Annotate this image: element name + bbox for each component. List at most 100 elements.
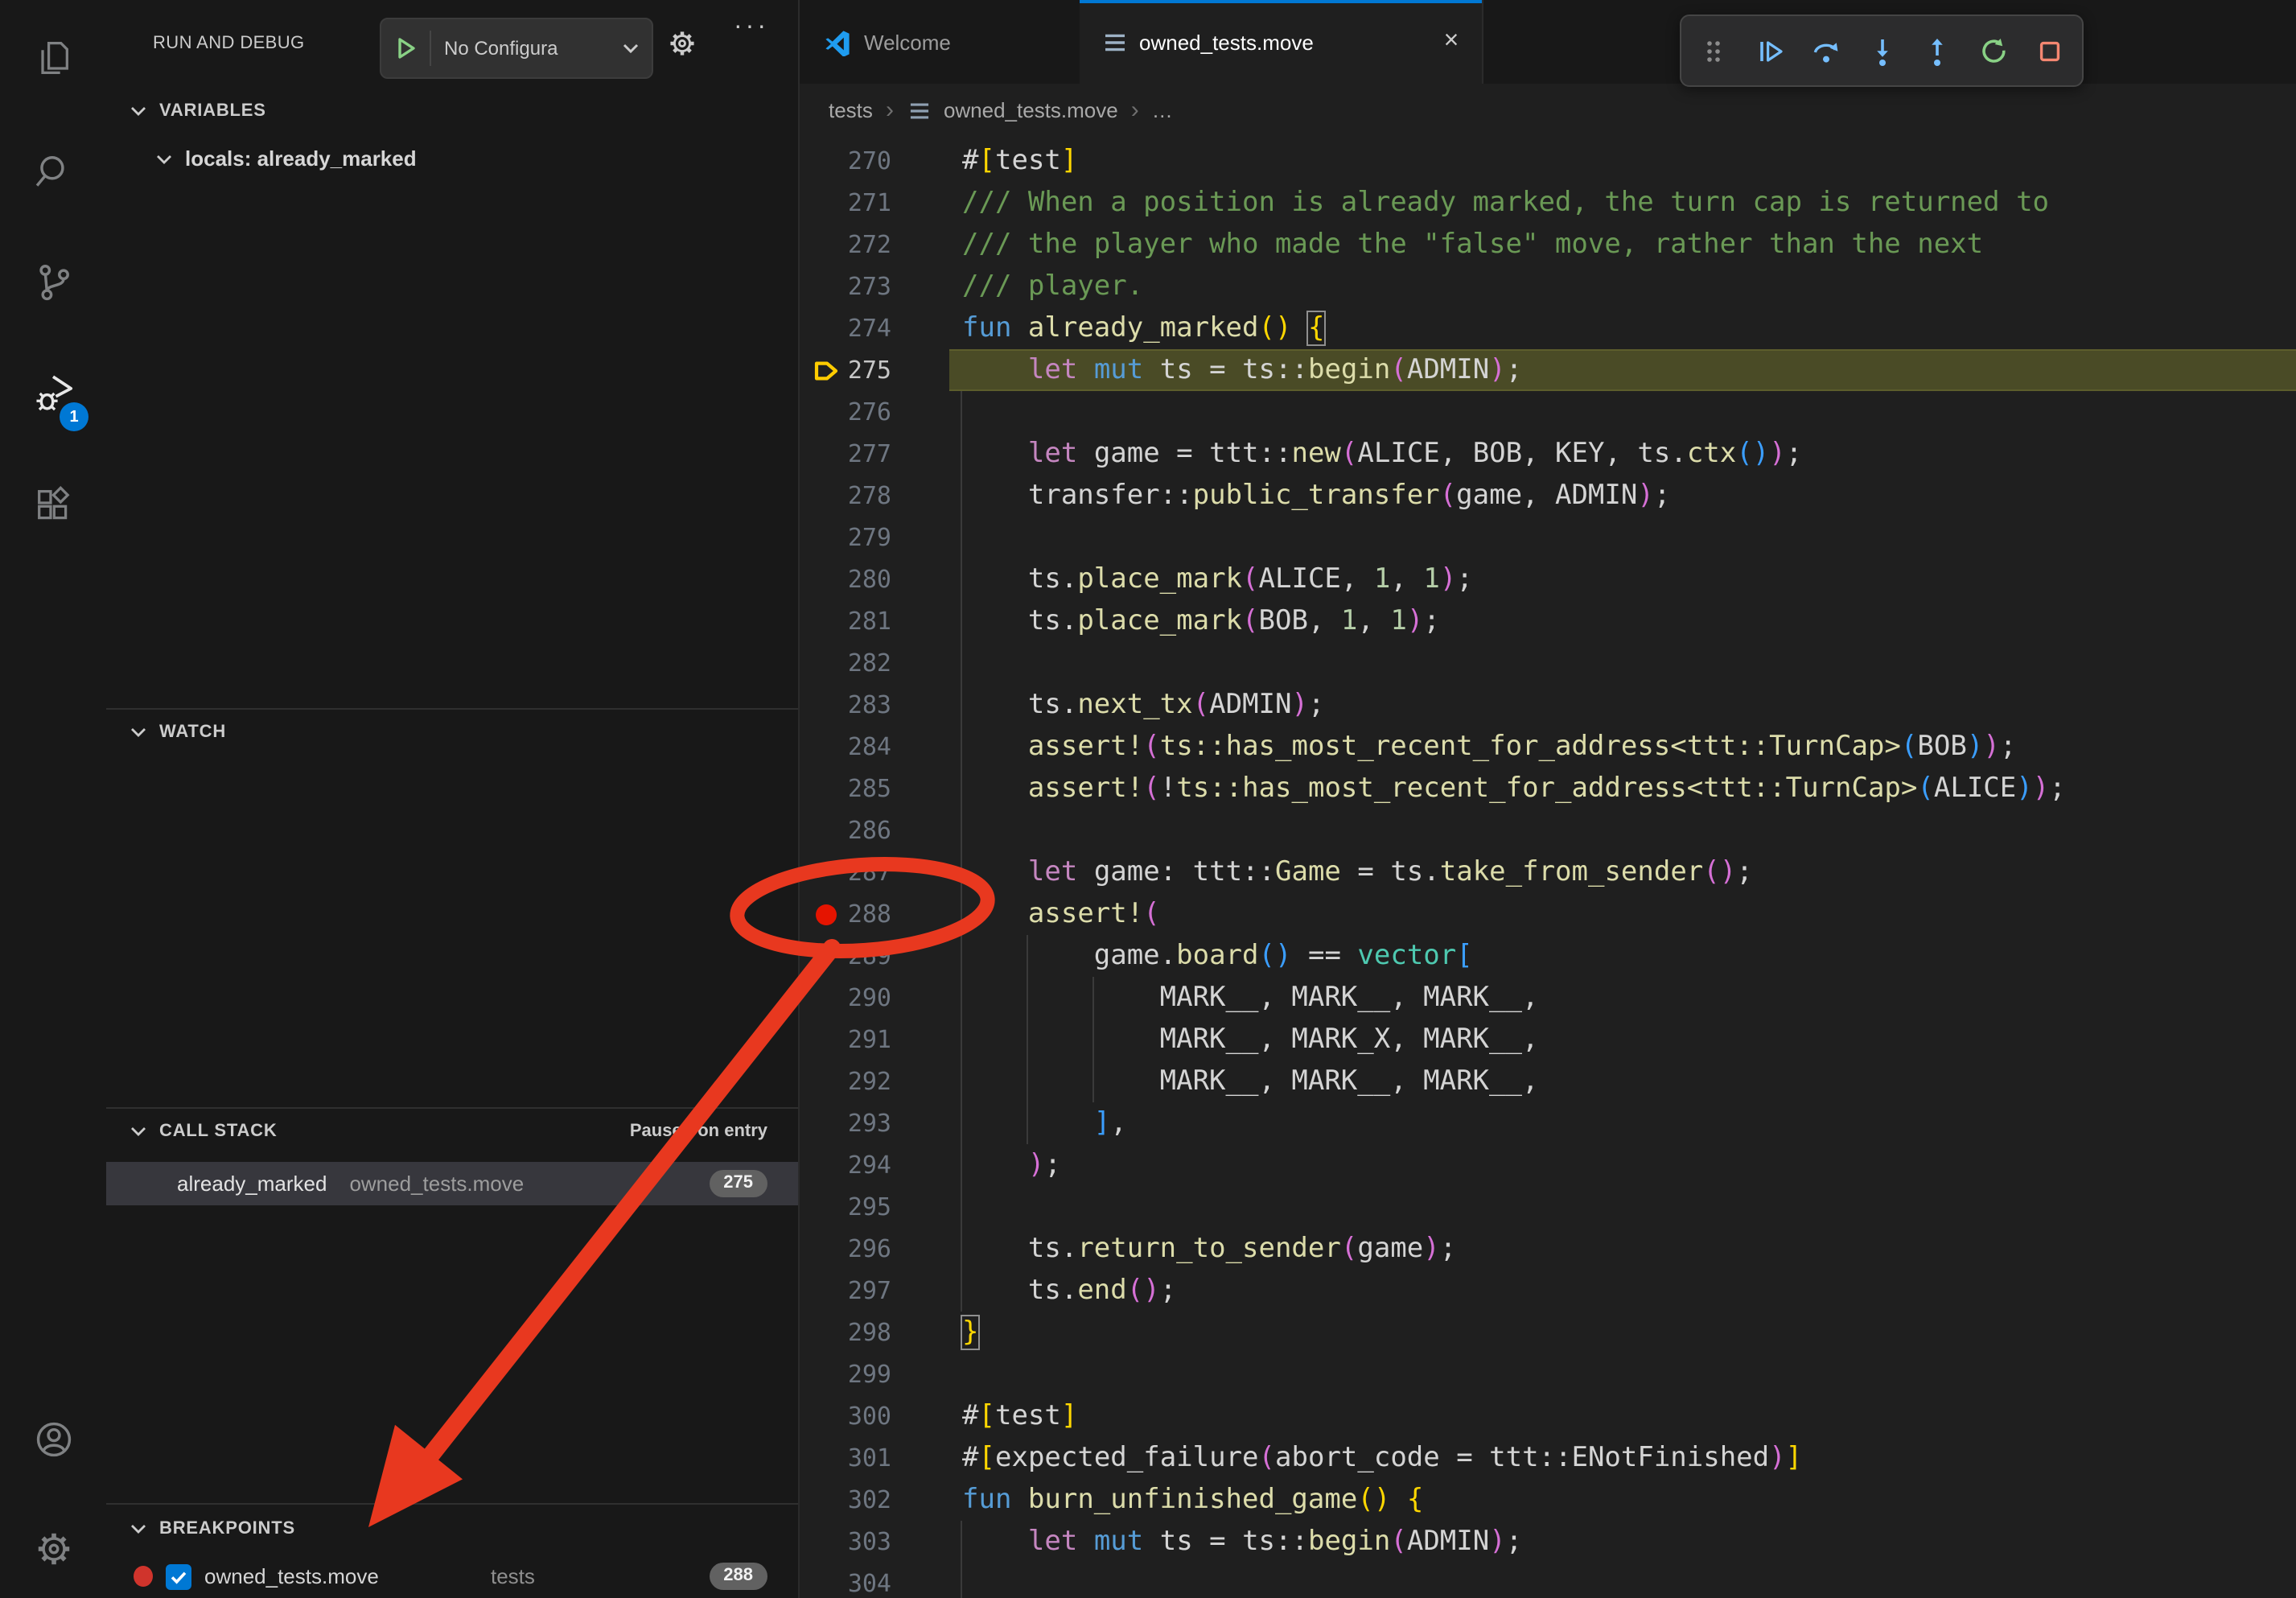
token-b2: ( [1242, 605, 1259, 637]
token-kw: fun [962, 312, 1028, 344]
code-line-298[interactable]: 298} [800, 1312, 2296, 1353]
token-b2: ( [1143, 898, 1160, 930]
tab-welcome[interactable]: Welcome [800, 0, 1081, 84]
token-b3: ) [2016, 772, 2033, 805]
code-line-296[interactable]: 296 ts.return_to_sender(game); [800, 1228, 2296, 1270]
extensions-icon[interactable] [0, 460, 106, 550]
toolbar-drag-gripper[interactable] [1689, 22, 1738, 80]
line-number: 304 [824, 1563, 891, 1598]
token-pl: == [1292, 940, 1358, 972]
code-line-282[interactable]: 282 [800, 642, 2296, 684]
code-line-280[interactable]: 280 ts.place_mark(ALICE, 1, 1); [800, 558, 2296, 600]
run-and-debug-icon[interactable]: 1 [0, 348, 106, 438]
breakpoint-row[interactable]: owned_tests.move tests 288 [106, 1555, 798, 1598]
token-b1: [ [979, 145, 996, 177]
explorer-icon[interactable] [0, 13, 106, 103]
breadcrumb-folder[interactable]: tests [829, 98, 873, 122]
code-line-297[interactable]: 297 ts.end(); [800, 1270, 2296, 1312]
code-line-293[interactable]: 293 ], [800, 1102, 2296, 1144]
more-actions-icon[interactable]: ··· [734, 13, 769, 42]
breadcrumb-file[interactable]: owned_tests.move [944, 98, 1118, 122]
launch-configuration-control[interactable]: No Configura [380, 18, 653, 79]
code-line-273[interactable]: 273/// player. [800, 266, 2296, 307]
code-line-284[interactable]: 284 assert!(ts::has_most_recent_for_addr… [800, 726, 2296, 768]
code-line-274[interactable]: 274fun already_marked() { [800, 307, 2296, 349]
indent-guide [961, 809, 962, 851]
watch-section-header[interactable]: WATCH [106, 710, 798, 755]
step-into-button[interactable] [1858, 22, 1906, 80]
variables-section-header[interactable]: VARIABLES [106, 89, 798, 134]
code-text: let game: ttt::Game = ts.take_from_sende… [962, 851, 1753, 893]
line-number: 280 [824, 558, 891, 600]
code-line-286[interactable]: 286 [800, 809, 2296, 851]
call-stack-section-header[interactable]: CALL STACK Paused on entry [106, 1109, 798, 1154]
token-pl: ALICE, BOB, KEY, ts. [1357, 438, 1686, 470]
code-line-292[interactable]: 292 MARK__, MARK__, MARK__, [800, 1061, 2296, 1102]
code-line-287[interactable]: 287 let game: ttt::Game = ts.take_from_s… [800, 851, 2296, 893]
token-b2: ( [1143, 772, 1160, 805]
code-line-303[interactable]: 303 let mut ts = ts::begin(ADMIN); [800, 1521, 2296, 1563]
code-line-290[interactable]: 290 MARK__, MARK__, MARK__, [800, 977, 2296, 1019]
breadcrumb-more[interactable]: … [1152, 98, 1173, 122]
gear-icon [31, 1526, 75, 1570]
code-line-294[interactable]: 294 ); [800, 1144, 2296, 1186]
code-viewport[interactable]: 270#[test]271/// When a position is alre… [800, 137, 2296, 1598]
search-icon[interactable] [0, 126, 106, 216]
code-line-285[interactable]: 285 assert!(!ts::has_most_recent_for_add… [800, 768, 2296, 809]
breakpoints-section-header[interactable]: BREAKPOINTS [106, 1506, 798, 1551]
code-line-281[interactable]: 281 ts.place_mark(BOB, 1, 1); [800, 600, 2296, 642]
stop-button[interactable] [2026, 22, 2074, 80]
line-number: 285 [824, 768, 891, 809]
line-number: 294 [824, 1144, 891, 1186]
step-over-button[interactable] [1801, 22, 1850, 80]
code-text: /// player. [962, 266, 1143, 307]
code-line-289[interactable]: 289 game.board() == vector[ [800, 935, 2296, 977]
code-line-301[interactable]: 301#[expected_failure(abort_code = ttt::… [800, 1437, 2296, 1479]
code-text: let game = ttt::new(ALICE, BOB, KEY, ts.… [962, 433, 1802, 475]
continue-button[interactable] [1746, 22, 1794, 80]
step-out-button[interactable] [1914, 22, 1962, 80]
token-b3: ( [1736, 438, 1753, 470]
close-icon[interactable]: × [1437, 27, 1466, 56]
tab-owned-tests-move[interactable]: owned_tests.move × [1080, 0, 1483, 84]
start-debugging-button[interactable] [381, 31, 431, 66]
line-number: 303 [824, 1521, 891, 1563]
breakpoint-checkbox[interactable] [166, 1563, 191, 1589]
locals-scope-row[interactable]: locals: already_marked [106, 137, 798, 180]
code-line-302[interactable]: 302fun burn_unfinished_game() { [800, 1479, 2296, 1521]
token-b3: ] [1094, 1107, 1111, 1139]
debug-settings-gear-icon[interactable] [666, 27, 698, 60]
code-line-279[interactable]: 279 [800, 517, 2296, 558]
token-b1: [ [979, 1400, 996, 1432]
code-line-299[interactable]: 299 [800, 1353, 2296, 1395]
editor-group: Welcome owned_tests.move × tests › [800, 0, 2296, 1598]
code-line-271[interactable]: 271/// When a position is already marked… [800, 182, 2296, 224]
code-line-278[interactable]: 278 transfer::public_transfer(game, ADMI… [800, 475, 2296, 517]
code-line-291[interactable]: 291 MARK__, MARK_X, MARK__, [800, 1019, 2296, 1061]
settings-gear-icon[interactable] [0, 1503, 106, 1593]
code-line-272[interactable]: 272/// the player who made the "false" m… [800, 224, 2296, 266]
code-line-277[interactable]: 277 let game = ttt::new(ALICE, BOB, KEY,… [800, 433, 2296, 475]
code-line-295[interactable]: 295 [800, 1186, 2296, 1228]
token-pl: ; [2000, 731, 2017, 763]
code-line-283[interactable]: 283 ts.next_tx(ADMIN); [800, 684, 2296, 726]
code-line-275[interactable]: 275 let mut ts = ts::begin(ADMIN); [800, 349, 2296, 391]
token-num: 1 [1341, 605, 1358, 637]
code-line-300[interactable]: 300#[test] [800, 1395, 2296, 1437]
call-stack-frame-row[interactable]: already_marked owned_tests.move 275 [106, 1162, 798, 1205]
chevron-down-icon [129, 723, 148, 742]
token-fn: Game [1275, 856, 1341, 888]
code-line-288[interactable]: 288 assert!( [800, 893, 2296, 935]
call-stack-label: CALL STACK [159, 1122, 278, 1141]
code-line-304[interactable]: 304 [800, 1563, 2296, 1598]
token-pl: BOB [1917, 731, 1966, 763]
source-control-icon[interactable] [0, 237, 106, 327]
token-fn: assert! [1028, 731, 1143, 763]
account-icon[interactable] [0, 1394, 106, 1484]
token-b1: ) [1275, 312, 1292, 344]
configuration-dropdown-label[interactable]: No Configura [431, 37, 621, 60]
line-number: 286 [824, 809, 891, 851]
restart-button[interactable] [1970, 22, 2018, 80]
code-line-276[interactable]: 276 [800, 391, 2296, 433]
code-line-270[interactable]: 270#[test] [800, 140, 2296, 182]
